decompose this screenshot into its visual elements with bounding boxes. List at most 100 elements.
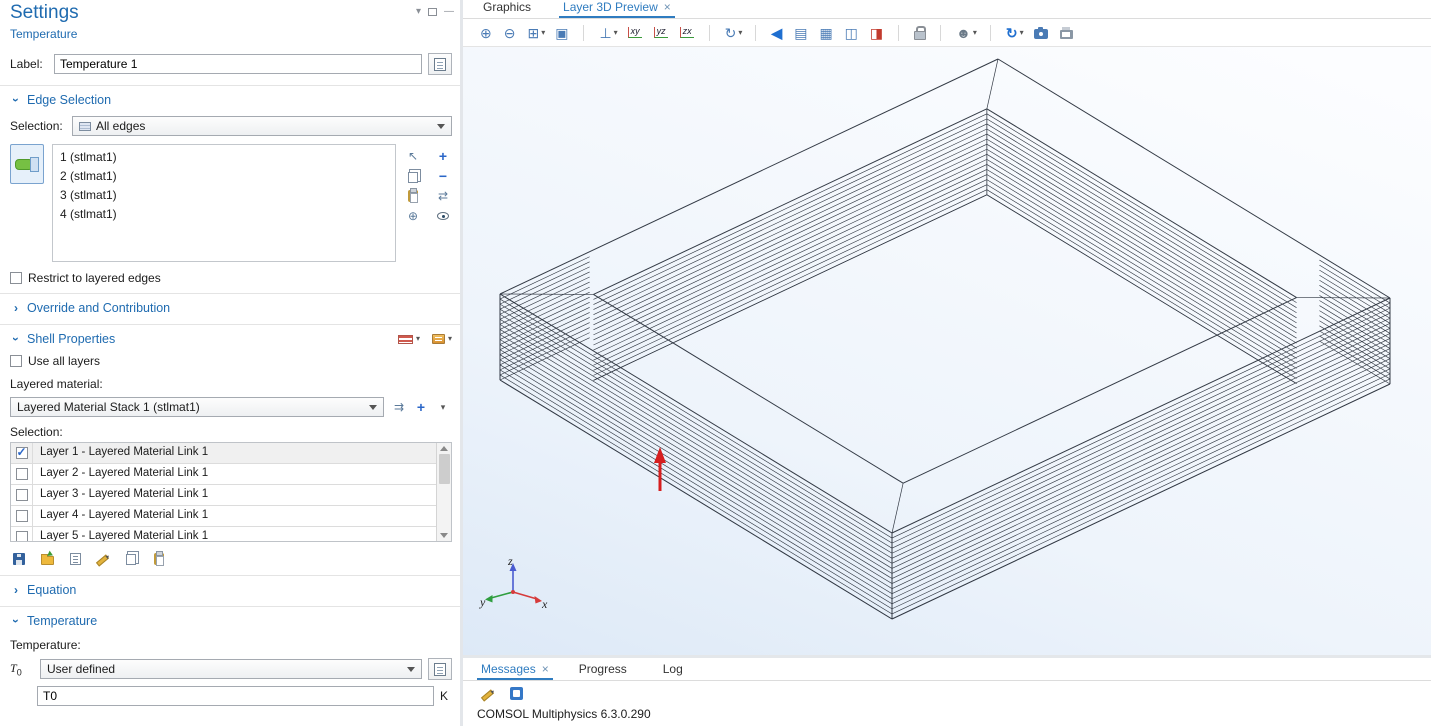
edge-list-item[interactable]: 3 (stlmat1)	[53, 186, 395, 205]
clear-messages-icon[interactable]	[479, 685, 497, 702]
use-all-layers-checkbox[interactable]: Use all layers	[10, 354, 452, 368]
checkbox-label: Use all layers	[28, 354, 100, 368]
layer-checkbox[interactable]	[16, 468, 28, 480]
add-to-selection-icon[interactable]: +	[434, 148, 452, 165]
update-preview-icon[interactable]: ↻ ▾	[1003, 24, 1027, 42]
lock-view-icon[interactable]	[911, 24, 930, 41]
label-input[interactable]	[54, 54, 422, 74]
toolbar-separator[interactable]	[577, 23, 592, 43]
active-selection-toggle[interactable]	[10, 144, 44, 184]
restrict-layered-edges-checkbox[interactable]: Restrict to layered edges	[10, 271, 452, 285]
settings-panel: Settings Temperature ▾— Label: Edge Sele…	[0, 0, 463, 726]
go-to-source-icon[interactable]: ⇉	[390, 399, 408, 416]
view-xy-icon[interactable]: xy	[625, 25, 647, 40]
zoom-out-icon[interactable]: ⊖	[501, 24, 521, 42]
edit-table-icon[interactable]	[94, 550, 112, 567]
layer-selection-table: Layer 1 - Layered Material Link 1 Layer …	[10, 442, 452, 542]
layered-material-dropdown[interactable]: Layered Material Stack 1 (stlmat1)	[10, 397, 384, 417]
edge-list[interactable]: 1 (stlmat1)2 (stlmat1)3 (stlmat1)4 (stlm…	[52, 144, 396, 262]
temperature-type-dropdown[interactable]: User defined	[40, 659, 422, 679]
go-to-default-view-icon[interactable]: ⊥ ▾	[596, 24, 620, 42]
layer-checkbox[interactable]	[16, 489, 28, 501]
copy-messages-icon[interactable]	[507, 685, 525, 702]
snapshot-icon[interactable]	[1031, 24, 1053, 41]
expression-options-button[interactable]	[428, 658, 452, 680]
tab-layer-3d-preview[interactable]: Layer 3D Preview ×	[559, 0, 675, 18]
appearance-icon[interactable]: ☻ ▾	[953, 24, 980, 42]
scrollbar-thumb[interactable]	[439, 454, 450, 484]
wireframe-icon[interactable]: ▦	[816, 24, 837, 42]
layered-material-caption: Layered material:	[10, 377, 103, 391]
toolbar-separator[interactable]	[984, 23, 999, 43]
save-table-icon[interactable]	[10, 550, 28, 567]
tab-progress[interactable]: Progress	[575, 661, 637, 680]
layer-checkbox[interactable]	[16, 510, 28, 522]
layer-row[interactable]: Layer 1 - Layered Material Link 1	[11, 443, 436, 464]
paste-selection-icon[interactable]	[404, 188, 422, 205]
zoom-to-selection-icon[interactable]: ⊕	[404, 208, 422, 225]
temperature-value-input[interactable]	[37, 686, 434, 706]
load-table-icon[interactable]	[38, 550, 56, 567]
close-tab-icon[interactable]: ×	[664, 0, 671, 14]
layers-scrollbar[interactable]	[436, 443, 451, 541]
edge-list-item[interactable]: 4 (stlmat1)	[53, 205, 395, 224]
tab-messages[interactable]: Messages ×	[477, 661, 553, 680]
zoom-extents-icon[interactable]: ▣	[552, 24, 573, 42]
material-stack-icon[interactable]: ▾	[432, 334, 452, 344]
layer-row[interactable]: Layer 5 - Layered Material Link 1	[11, 527, 436, 542]
toolbar-separator[interactable]	[703, 23, 718, 43]
override-layers-icon[interactable]: ▾	[398, 335, 420, 344]
layer-label: Layer 5 - Layered Material Link 1	[33, 527, 208, 542]
zoom-box-icon[interactable]: ⊞ ▾	[524, 24, 548, 42]
pick-selection-icon[interactable]: ↖	[404, 148, 422, 165]
scene-light-icon[interactable]: ◀	[768, 24, 787, 42]
material-menu-chevron-icon[interactable]: ▾	[434, 399, 452, 416]
shell-properties-header[interactable]: Shell Properties ▾▾	[10, 327, 452, 349]
scroll-up-icon[interactable]	[440, 446, 448, 451]
tab-log[interactable]: Log	[659, 661, 693, 680]
collapse-sections-icon[interactable]: ▾	[416, 6, 421, 17]
edge-selection-header[interactable]: Edge Selection	[10, 88, 452, 110]
y-axis-label: y	[479, 595, 486, 609]
export-table-icon[interactable]	[66, 550, 84, 567]
remove-from-selection-icon[interactable]: −	[434, 168, 452, 185]
override-contribution-header[interactable]: Override and Contribution	[10, 296, 452, 318]
float-panel-icon[interactable]	[428, 8, 437, 16]
tab-graphics[interactable]: Graphics	[479, 0, 541, 18]
temperature-header[interactable]: Temperature	[10, 609, 452, 631]
graphics-canvas[interactable]: z x y	[463, 47, 1431, 655]
copy-selection-icon[interactable]	[404, 168, 422, 185]
toolbar-separator[interactable]	[749, 23, 764, 43]
layer-row[interactable]: Layer 3 - Layered Material Link 1	[11, 485, 436, 506]
toolbar-separator[interactable]	[934, 23, 949, 43]
layer-row[interactable]: Layer 2 - Layered Material Link 1	[11, 464, 436, 485]
tab-label: Layer 3D Preview	[563, 0, 658, 14]
edge-list-item[interactable]: 2 (stlmat1)	[53, 167, 395, 186]
paste-table-icon[interactable]	[150, 550, 168, 567]
print-icon[interactable]	[1057, 24, 1078, 41]
transparency-icon[interactable]: ▤	[791, 24, 812, 42]
add-material-icon[interactable]: +	[412, 399, 430, 416]
layer-checkbox[interactable]	[16, 531, 28, 542]
layer-checkbox[interactable]	[16, 447, 28, 459]
toolbar-separator[interactable]	[892, 23, 907, 43]
edge-list-item[interactable]: 1 (stlmat1)	[53, 148, 395, 167]
combo-value: Layered Material Stack 1 (stlmat1)	[17, 400, 364, 414]
zoom-in-icon[interactable]: ⊕	[477, 24, 497, 42]
rotate-view-icon[interactable]: ↻ ▾	[722, 24, 746, 42]
split-view-icon[interactable]: ◨	[867, 24, 888, 42]
label-options-button[interactable]	[428, 53, 452, 75]
edge-selection-combo[interactable]: All edges	[72, 116, 452, 136]
minimize-panel-icon[interactable]: —	[444, 6, 454, 17]
scroll-down-icon[interactable]	[440, 533, 448, 538]
layer-row[interactable]: Layer 4 - Layered Material Link 1	[11, 506, 436, 527]
invert-selection-icon[interactable]: ⇄	[434, 188, 452, 205]
view-zx-icon[interactable]: zx	[677, 25, 699, 40]
view-yz-icon[interactable]: yz	[651, 25, 673, 40]
plot-grid-icon[interactable]: ◫	[842, 24, 863, 42]
temperature-symbol: T0	[10, 661, 34, 677]
copy-table-icon[interactable]	[122, 550, 140, 567]
close-tab-icon[interactable]: ×	[542, 662, 549, 676]
show-selection-icon[interactable]	[434, 208, 452, 225]
equation-header[interactable]: Equation	[10, 578, 452, 600]
